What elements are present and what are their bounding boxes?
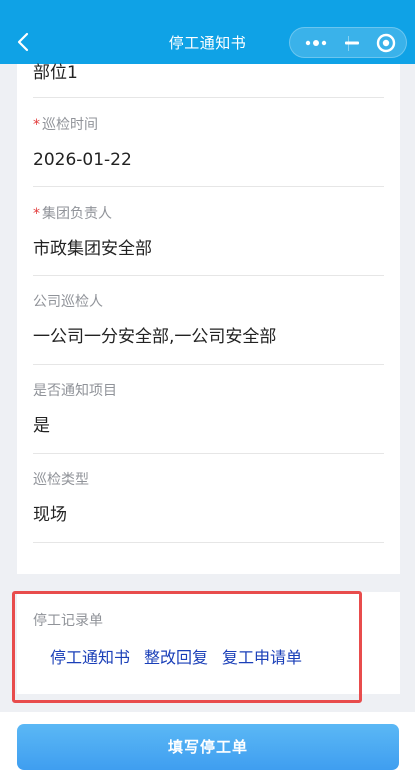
divider	[33, 453, 384, 454]
field-value[interactable]: 一公司一分安全部,一公司安全部	[33, 326, 384, 348]
records-links: 停工通知书 整改回复 复工申请单	[50, 644, 316, 668]
field-label: 公司巡检人	[33, 294, 103, 310]
field-inspection-type: 巡检类型 现场	[33, 470, 384, 526]
divider	[33, 364, 384, 365]
field-inspection-time: * 巡检时间 2026-01-22	[33, 115, 384, 171]
field-value: 部位1	[33, 63, 78, 83]
field-company-inspector: 公司巡检人 一公司一分安全部,一公司安全部	[33, 292, 384, 348]
field-label: * 集团负责人	[33, 206, 112, 222]
stop-work-records-card: 停工记录单 停工通知书 整改回复 复工申请单	[17, 592, 400, 694]
field-location: 部位1	[33, 62, 384, 84]
divider	[33, 186, 384, 187]
field-notify-project: 是否通知项目 是	[33, 381, 384, 437]
link-resume-work-application[interactable]: 复工申请单	[222, 648, 302, 667]
divider	[33, 275, 384, 276]
fill-stop-work-button[interactable]: 填写停工单	[17, 724, 399, 770]
field-label: 是否通知项目	[33, 383, 117, 399]
required-mark: *	[33, 117, 40, 133]
more-icon[interactable]	[304, 34, 328, 52]
field-label: 巡检类型	[33, 472, 89, 488]
link-rectification-reply[interactable]: 整改回复	[144, 648, 208, 667]
field-value[interactable]: 2026-01-22	[33, 149, 384, 171]
minimize-icon[interactable]	[342, 34, 366, 52]
field-value[interactable]: 是	[33, 415, 384, 437]
nav-bar: 停工通知书	[0, 0, 415, 64]
field-value[interactable]: 现场	[33, 504, 384, 526]
inspection-detail-card: 部位1 * 巡检时间 2026-01-22 * 集团负责人 市政集团安全部 公司巡检…	[17, 62, 400, 574]
divider	[33, 97, 384, 98]
link-stop-work-notice[interactable]: 停工通知书	[50, 648, 130, 667]
field-group-leader: * 集团负责人 市政集团安全部	[33, 204, 384, 260]
mini-program-capsule	[289, 27, 407, 58]
field-label: * 巡检时间	[33, 117, 98, 133]
required-mark: *	[33, 206, 40, 222]
records-label: 停工记录单	[33, 613, 103, 629]
field-value[interactable]: 市政集团安全部	[33, 238, 384, 260]
divider	[33, 542, 384, 543]
close-circle-icon[interactable]	[374, 32, 398, 54]
